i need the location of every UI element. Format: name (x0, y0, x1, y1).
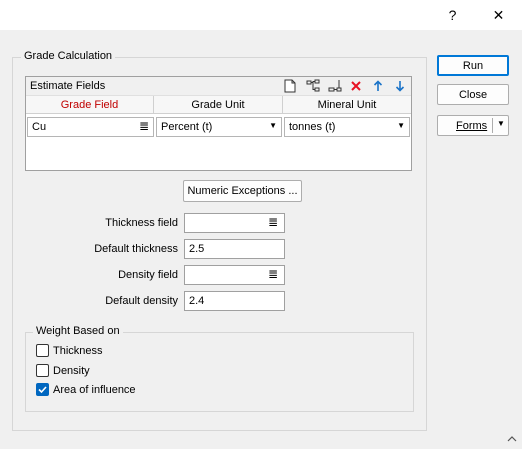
mineral-unit-select[interactable]: tonnes (t) ▼ (284, 117, 410, 137)
default-density-label: Default density (105, 295, 178, 307)
estimate-fields-panel: Estimate Fields Grade Field Grade Unit M… (25, 76, 412, 171)
new-icon[interactable] (282, 78, 298, 94)
grade-field-cell[interactable]: Cu ≣ (27, 117, 154, 137)
area-of-influence-checkbox[interactable] (36, 383, 49, 396)
default-thickness-input[interactable]: 2.5 (184, 239, 285, 259)
default-density-input[interactable]: 2.4 (184, 291, 285, 311)
forms-button[interactable]: Forms ▼ (437, 115, 509, 136)
thickness-field-label: Thickness field (105, 217, 178, 229)
delete-icon[interactable] (348, 78, 364, 94)
close-button[interactable]: Close (437, 84, 509, 105)
estimate-fields-title: Estimate Fields (30, 80, 106, 92)
collapse-chevron-up-icon[interactable] (505, 432, 519, 446)
density-checkbox-row[interactable]: Density (36, 364, 90, 377)
column-header-grade-field[interactable]: Grade Field (26, 96, 154, 114)
up-arrow-icon[interactable] (370, 78, 386, 94)
thickness-field-input[interactable]: ≣ (184, 213, 285, 233)
grade-field-value: Cu (32, 121, 47, 133)
chevron-down-icon[interactable]: ▼ (269, 121, 277, 130)
mineral-unit-value: tonnes (t) (289, 121, 336, 133)
forms-split-divider (492, 118, 493, 133)
density-checkbox[interactable] (36, 364, 49, 377)
down-arrow-icon[interactable] (392, 78, 408, 94)
default-density-value: 2.4 (189, 295, 205, 307)
close-window-button[interactable]: ✕ (476, 0, 521, 30)
list-icon[interactable]: ≣ (268, 267, 278, 281)
default-thickness-value: 2.5 (189, 243, 205, 255)
grade-unit-value: Percent (t) (161, 121, 213, 133)
list-icon[interactable]: ≣ (268, 215, 278, 229)
column-header-mineral-unit[interactable]: Mineral Unit (283, 96, 411, 114)
area-of-influence-checkbox-label: Area of influence (53, 383, 136, 396)
grade-unit-select[interactable]: Percent (t) ▼ (156, 117, 282, 137)
density-checkbox-label: Density (53, 364, 90, 377)
weight-based-on-title: Weight Based on (33, 325, 123, 337)
density-field-label: Density field (118, 269, 178, 281)
estimate-fields-header: Estimate Fields (26, 77, 411, 96)
close-icon: ✕ (492, 6, 505, 23)
thickness-checkbox-label: Thickness (53, 344, 103, 357)
numeric-exceptions-button[interactable]: Numeric Exceptions ... (183, 180, 302, 202)
grade-calculation-title: Grade Calculation (21, 50, 116, 62)
default-thickness-label: Default thickness (94, 243, 178, 255)
list-icon[interactable]: ≣ (139, 119, 149, 133)
chevron-down-icon[interactable]: ▼ (497, 119, 505, 128)
column-header-grade-unit[interactable]: Grade Unit (154, 96, 283, 114)
checkmark-icon (38, 386, 47, 394)
density-field-input[interactable]: ≣ (184, 265, 285, 285)
forms-button-label: Forms (456, 119, 488, 132)
area-of-influence-checkbox-row[interactable]: Area of influence (36, 383, 136, 396)
chevron-down-icon[interactable]: ▼ (397, 121, 405, 130)
help-button[interactable]: ? (430, 0, 475, 30)
help-icon: ? (448, 7, 457, 23)
thickness-checkbox-row[interactable]: Thickness (36, 344, 103, 357)
thickness-checkbox[interactable] (36, 344, 49, 357)
run-button[interactable]: Run (437, 55, 509, 76)
tree-icon[interactable] (305, 78, 321, 94)
insert-icon[interactable] (327, 78, 343, 94)
